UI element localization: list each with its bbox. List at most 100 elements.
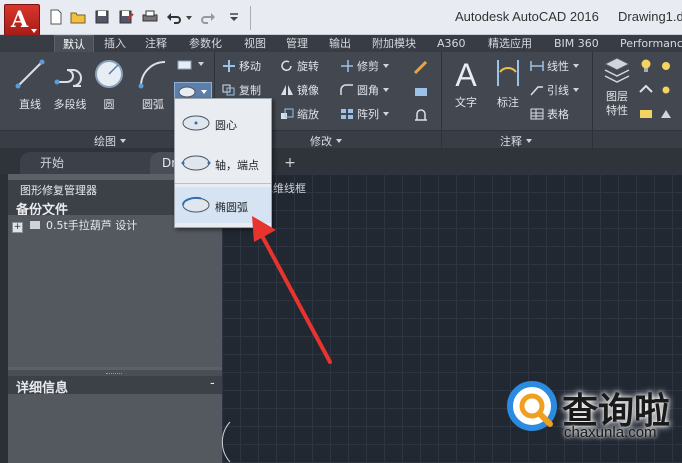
menu-item-ellipse-axis-end[interactable]: 轴，端点 xyxy=(175,145,271,181)
tab-parametric[interactable]: 参数化 xyxy=(189,36,222,52)
collapse-icon[interactable]: - xyxy=(210,376,215,391)
sun-icon[interactable] xyxy=(658,58,674,74)
autocad-logo-icon: A xyxy=(11,7,29,33)
ucs-arc-icon xyxy=(221,421,231,463)
text-button[interactable]: A 文字 xyxy=(448,56,484,122)
tab-insert[interactable]: 插入 xyxy=(104,36,126,52)
circle-button[interactable]: 圆 xyxy=(92,56,126,112)
leader-tool[interactable]: 引线 xyxy=(530,82,579,100)
copy-icon xyxy=(222,84,235,96)
tab-a360[interactable]: A360 xyxy=(437,36,466,52)
list-item[interactable]: + 0.5t手拉葫芦 设计 xyxy=(12,219,137,233)
ribbon-tab-bar: 默认 插入 注释 参数化 视图 管理 输出 附加模块 A360 精选应用 BIM… xyxy=(0,35,682,54)
text-icon: A xyxy=(455,57,477,93)
polyline-button[interactable]: 多段线 xyxy=(50,56,90,112)
annotation-panel-title[interactable]: 注释 xyxy=(500,133,532,149)
open-icon[interactable] xyxy=(70,9,86,25)
backup-item-label: 0.5t手拉葫芦 设计 xyxy=(46,219,138,232)
rectangle-icon[interactable] xyxy=(176,58,194,72)
layer-lock-icon[interactable] xyxy=(638,106,654,122)
plot-icon[interactable] xyxy=(142,9,158,25)
offset-icon[interactable] xyxy=(412,106,430,124)
dimension-icon xyxy=(497,60,519,86)
draw-panel-title[interactable]: 绘图 xyxy=(94,133,126,149)
new-icon[interactable] xyxy=(48,9,64,25)
arc-button[interactable]: 圆弧 xyxy=(134,56,172,112)
detail-panel xyxy=(8,394,222,463)
undo-icon[interactable] xyxy=(166,9,182,25)
tab-featured-apps[interactable]: 精选应用 xyxy=(488,36,532,52)
document-title: Drawing1.d xyxy=(618,9,682,24)
array-icon xyxy=(341,109,353,119)
scale-icon xyxy=(281,108,294,119)
line-button[interactable]: 直线 xyxy=(12,56,48,112)
modify-panel-title[interactable]: 修改 xyxy=(310,133,342,149)
dimension-label: 标注 xyxy=(497,96,519,109)
arc-icon xyxy=(138,61,166,89)
divider xyxy=(250,6,251,30)
polyline-label: 多段线 xyxy=(53,98,87,111)
sun-icon[interactable] xyxy=(658,82,674,98)
tab-manage[interactable]: 管理 xyxy=(286,36,308,52)
new-tab-button[interactable]: + xyxy=(280,154,300,172)
rotate-tool[interactable]: 旋转 xyxy=(280,58,319,76)
scale-tool[interactable]: 缩放 xyxy=(280,106,319,124)
title-bar: A Autodesk AutoCAD 2016 Drawing1.d xyxy=(0,0,682,36)
save-icon[interactable] xyxy=(94,9,110,25)
linear-dim-icon xyxy=(530,61,544,71)
detail-section-header[interactable]: 详细信息 - xyxy=(8,376,222,396)
lightbulb-icon[interactable] xyxy=(638,58,654,74)
linear-dim-tool[interactable]: 线性 xyxy=(530,58,579,76)
panel-divider xyxy=(441,52,442,148)
table-tool[interactable]: 表格 xyxy=(530,106,569,124)
polyline-icon xyxy=(54,69,82,87)
chevron-down-icon[interactable] xyxy=(198,62,204,66)
layer-match-icon[interactable] xyxy=(658,106,674,122)
mirror-tool[interactable]: 镜像 xyxy=(280,82,319,100)
text-label: 文字 xyxy=(455,96,477,109)
tab-annotate[interactable]: 注释 xyxy=(145,36,167,52)
mirror-icon xyxy=(281,85,293,95)
circle-label: 圆 xyxy=(103,98,115,111)
tab-addins[interactable]: 附加模块 xyxy=(372,36,416,52)
ellipse-center-icon xyxy=(182,115,210,131)
layer-state-icon[interactable] xyxy=(638,82,654,98)
trim-tool[interactable]: 修剪 xyxy=(340,58,389,76)
table-icon xyxy=(530,108,544,120)
application-menu-button[interactable]: A xyxy=(4,4,40,36)
annotation-arrow xyxy=(252,216,332,364)
layer-properties-label: 图层 特性 xyxy=(606,90,628,117)
array-tool[interactable]: 阵列 xyxy=(340,106,389,124)
expand-icon[interactable]: + xyxy=(12,222,23,233)
fillet-icon xyxy=(340,84,353,95)
ribbon-panel-titles: 绘图 修改 注释 xyxy=(0,130,682,149)
application-title: Autodesk AutoCAD 2016 xyxy=(455,9,599,24)
saveas-icon[interactable] xyxy=(118,9,134,25)
svg-text:A: A xyxy=(455,57,477,90)
tab-view[interactable]: 视图 xyxy=(244,36,266,52)
layer-properties-button[interactable]: 图层 特性 xyxy=(600,56,634,122)
tab-performance[interactable]: Performance xyxy=(620,36,682,52)
explode-icon[interactable] xyxy=(412,82,430,100)
dimension-button[interactable]: 标注 xyxy=(490,56,526,122)
erase-icon[interactable] xyxy=(412,58,430,76)
fillet-tool[interactable]: 圆角 xyxy=(340,82,389,100)
backup-file-list: + 0.5t手拉葫芦 设计 xyxy=(8,215,222,367)
trim-icon xyxy=(341,60,353,72)
tab-bim360[interactable]: BIM 360 xyxy=(554,36,599,52)
watermark-logo-icon xyxy=(507,381,557,431)
menu-item-ellipse-center[interactable]: 圆心 xyxy=(175,105,271,141)
line-label: 直线 xyxy=(19,98,41,111)
menu-item-label: 轴，端点 xyxy=(215,159,259,172)
menu-item-label: 圆心 xyxy=(215,119,237,132)
tab-output[interactable]: 输出 xyxy=(329,36,351,52)
customize-icon[interactable] xyxy=(226,9,242,25)
rotate-icon xyxy=(281,60,292,71)
panel-divider xyxy=(592,52,593,148)
tab-start[interactable]: 开始 xyxy=(20,152,160,174)
undo-dropdown-icon[interactable] xyxy=(186,16,192,20)
move-tool[interactable]: 移动 xyxy=(222,58,261,76)
watermark-url: chaxunla.com xyxy=(564,424,657,441)
redo-icon[interactable] xyxy=(200,9,216,25)
elliptical-arc-icon xyxy=(181,196,210,213)
